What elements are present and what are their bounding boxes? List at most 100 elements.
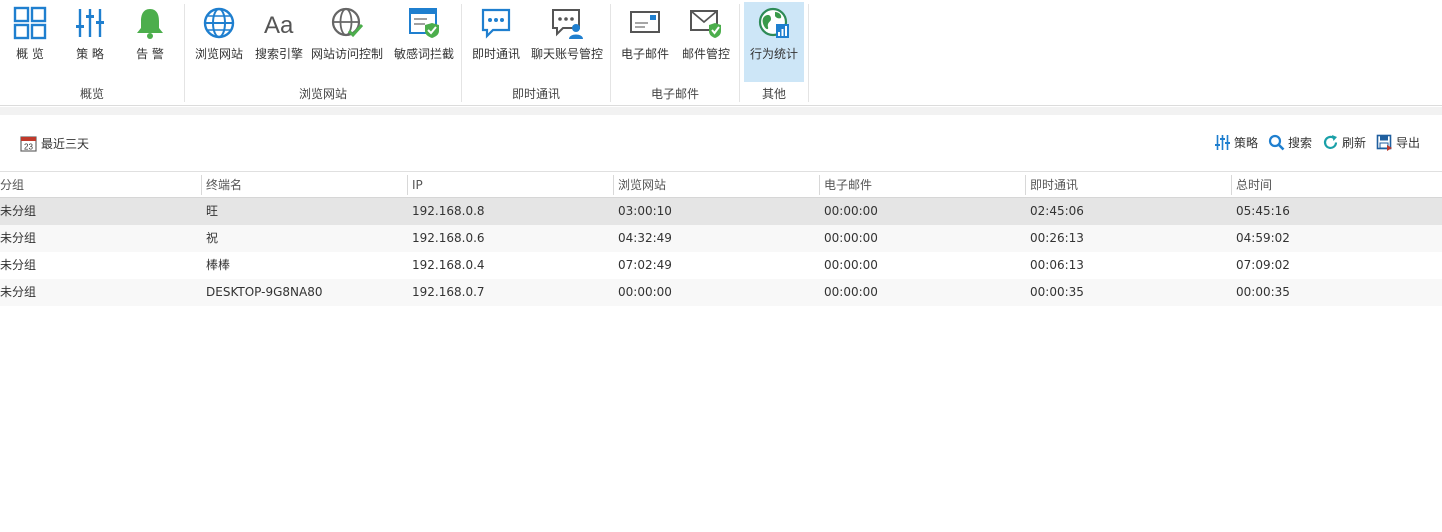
cell-im-time: 02:45:06 bbox=[1030, 204, 1084, 218]
ribbon-group-label-email: 电子邮件 bbox=[650, 87, 699, 101]
column-header-ip[interactable]: IP bbox=[407, 172, 423, 198]
web-access-control-button[interactable]: 网站访问控制 bbox=[309, 2, 385, 82]
alarm-label: 告 警 bbox=[136, 47, 164, 61]
search-engine-button[interactable]: Aa 搜索引擎 bbox=[249, 2, 309, 82]
cell-group: 未分组 bbox=[0, 285, 37, 299]
cell-terminal-name: DESKTOP-9G8NA80 bbox=[206, 285, 323, 299]
search-label: 搜索 bbox=[1287, 136, 1312, 150]
policy-label: 策 略 bbox=[76, 47, 104, 61]
chat-account-control-button[interactable]: 聊天账号管控 bbox=[528, 2, 606, 82]
chat-account-icon bbox=[552, 9, 583, 39]
im-label: 即时通讯 bbox=[471, 47, 520, 61]
cell-email-time: 00:00:00 bbox=[824, 285, 878, 299]
ribbon-group-im: 即时通讯 聊天账号管控 即时通讯 bbox=[462, 0, 610, 104]
cell-ip: 192.168.0.4 bbox=[412, 258, 485, 272]
search-engine-label: 搜索引擎 bbox=[254, 47, 303, 61]
behavior-stats-table: 分组 终端名 IP 浏览网站 电子邮件 即时通讯 总时间 未分组 旺 192.1… bbox=[0, 171, 1442, 306]
cell-terminal-name: 棒棒 bbox=[206, 258, 231, 272]
policy-tool-button[interactable]: 策略 bbox=[1214, 134, 1258, 151]
overview-button[interactable]: 概 览 bbox=[2, 2, 58, 82]
ribbon-group-overview: 概 览 策 略 告 警 概览 bbox=[0, 0, 184, 104]
ribbon-group-label-browse: 浏览网站 bbox=[298, 87, 347, 101]
cell-im-time: 00:00:35 bbox=[1030, 285, 1084, 299]
list-toolbar: 23 最近三天 策略 搜索 刷新 导出 bbox=[0, 115, 1442, 171]
overview-label: 概 览 bbox=[16, 47, 44, 61]
cell-browse-time: 00:00:00 bbox=[618, 285, 672, 299]
policy-tool-label: 策略 bbox=[1233, 136, 1258, 150]
email-control-button[interactable]: 邮件管控 bbox=[675, 2, 737, 82]
cell-group: 未分组 bbox=[0, 231, 37, 245]
search-button[interactable]: 搜索 bbox=[1268, 134, 1312, 151]
table-header: 分组 终端名 IP 浏览网站 电子邮件 即时通讯 总时间 bbox=[0, 171, 1442, 198]
email-icon bbox=[630, 11, 660, 33]
email-control-label: 邮件管控 bbox=[681, 47, 730, 61]
date-range-selector[interactable]: 23 最近三天 bbox=[20, 135, 89, 152]
overview-grid-icon bbox=[13, 6, 47, 40]
cell-im-time: 00:26:13 bbox=[1030, 231, 1084, 245]
globe-check-icon bbox=[331, 7, 364, 38]
column-header-total-time[interactable]: 总时间 bbox=[1231, 172, 1272, 198]
behavior-stats-icon bbox=[758, 7, 789, 38]
cell-terminal-name: 旺 bbox=[206, 204, 219, 218]
refresh-label: 刷新 bbox=[1341, 136, 1366, 150]
im-button[interactable]: 即时通讯 bbox=[466, 2, 526, 82]
refresh-button[interactable]: 刷新 bbox=[1322, 134, 1366, 151]
globe-icon bbox=[203, 7, 235, 39]
behavior-stats-button[interactable]: 行为统计 bbox=[744, 2, 804, 82]
email-shield-icon bbox=[690, 10, 721, 38]
table-row[interactable]: 未分组 棒棒 192.168.0.4 07:02:49 00:00:00 00:… bbox=[0, 252, 1442, 279]
cell-email-time: 00:00:00 bbox=[824, 258, 878, 272]
sensitive-word-button[interactable]: 敏感词拦截 bbox=[389, 2, 459, 82]
sliders-icon bbox=[1214, 135, 1230, 150]
sensitive-word-label: 敏感词拦截 bbox=[393, 47, 454, 61]
cell-group: 未分组 bbox=[0, 258, 37, 272]
cell-ip: 192.168.0.7 bbox=[412, 285, 485, 299]
ribbon-group-label-im: 即时通讯 bbox=[511, 87, 560, 101]
cell-email-time: 00:00:00 bbox=[824, 231, 878, 245]
export-button[interactable]: 导出 bbox=[1376, 134, 1420, 151]
column-header-group[interactable]: 分组 bbox=[0, 172, 24, 198]
cell-ip: 192.168.0.8 bbox=[412, 204, 485, 218]
cell-total-time: 04:59:02 bbox=[1236, 231, 1290, 245]
email-button[interactable]: 电子邮件 bbox=[615, 2, 675, 82]
ribbon-toolbar: 概 览 策 略 告 警 概览 浏览网站 Aa 搜索引擎 网站访问控制 敏感词拦截… bbox=[0, 0, 1442, 106]
browse-web-button[interactable]: 浏览网站 bbox=[189, 2, 249, 82]
cell-browse-time: 03:00:10 bbox=[618, 204, 672, 218]
ribbon-separator bbox=[808, 4, 809, 102]
date-range-label: 最近三天 bbox=[41, 137, 90, 151]
cell-ip: 192.168.0.6 bbox=[412, 231, 485, 245]
cell-group: 未分组 bbox=[0, 204, 37, 218]
cell-browse-time: 04:32:49 bbox=[618, 231, 672, 245]
cell-total-time: 00:00:35 bbox=[1236, 285, 1290, 299]
browse-web-label: 浏览网站 bbox=[194, 47, 243, 61]
behavior-stats-label: 行为统计 bbox=[749, 47, 798, 61]
ribbon-bottom-band bbox=[0, 107, 1442, 115]
policy-sliders-icon bbox=[76, 9, 104, 37]
alarm-button[interactable]: 告 警 bbox=[122, 2, 178, 82]
calendar-icon: 23 bbox=[20, 136, 37, 152]
toolbar-actions: 策略 搜索 刷新 导出 bbox=[1214, 134, 1420, 151]
export-save-icon bbox=[1376, 134, 1392, 151]
refresh-icon bbox=[1323, 135, 1338, 149]
table-row[interactable]: 未分组 DESKTOP-9G8NA80 192.168.0.7 00:00:00… bbox=[0, 279, 1442, 306]
cell-total-time: 07:09:02 bbox=[1236, 258, 1290, 272]
ribbon-group-other: 行为统计 其他 bbox=[740, 0, 808, 104]
web-access-control-label: 网站访问控制 bbox=[310, 47, 383, 61]
column-header-im[interactable]: 即时通讯 bbox=[1025, 172, 1078, 198]
search-icon bbox=[1268, 134, 1285, 151]
column-header-terminal-name[interactable]: 终端名 bbox=[201, 172, 242, 198]
ribbon-group-label-other: 其他 bbox=[761, 87, 786, 101]
column-header-email[interactable]: 电子邮件 bbox=[819, 172, 872, 198]
ribbon-group-email: 电子邮件 邮件管控 电子邮件 bbox=[611, 0, 739, 104]
cell-total-time: 05:45:16 bbox=[1236, 204, 1290, 218]
sensitive-word-shield-icon bbox=[409, 8, 439, 38]
table-row[interactable]: 未分组 旺 192.168.0.8 03:00:10 00:00:00 02:4… bbox=[0, 198, 1442, 225]
cell-email-time: 00:00:00 bbox=[824, 204, 878, 218]
cell-im-time: 00:06:13 bbox=[1030, 258, 1084, 272]
policy-button[interactable]: 策 略 bbox=[62, 2, 118, 82]
ribbon-group-label-overview: 概览 bbox=[79, 87, 104, 101]
alarm-bell-icon bbox=[137, 9, 163, 39]
table-row[interactable]: 未分组 祝 192.168.0.6 04:32:49 00:00:00 00:2… bbox=[0, 225, 1442, 252]
column-header-browse[interactable]: 浏览网站 bbox=[613, 172, 666, 198]
export-label: 导出 bbox=[1395, 136, 1420, 150]
